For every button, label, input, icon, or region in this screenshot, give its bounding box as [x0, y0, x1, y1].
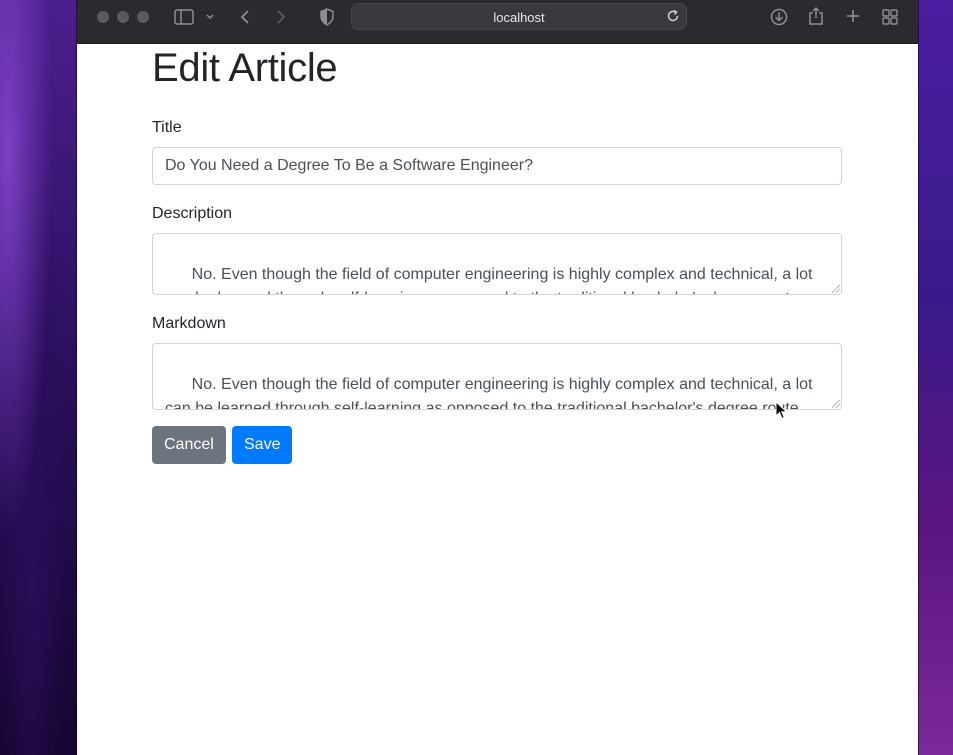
- resize-handle[interactable]: [832, 400, 840, 408]
- sidebar-icon[interactable]: [174, 9, 194, 25]
- title-input[interactable]: Do You Need a Degree To Be a Software En…: [152, 147, 842, 185]
- close-window-button[interactable]: [97, 11, 109, 23]
- reload-icon[interactable]: [666, 9, 680, 23]
- tab-overview-icon[interactable]: [882, 9, 898, 25]
- desktop-wallpaper-right: [917, 0, 953, 755]
- title-label: Title: [152, 119, 182, 136]
- shield-icon[interactable]: [320, 8, 334, 26]
- address-text: localhost: [493, 10, 545, 25]
- zoom-window-button[interactable]: [137, 11, 149, 23]
- desktop-wallpaper-left: [0, 0, 78, 755]
- page-title: Edit Article: [152, 46, 338, 90]
- markdown-label: Markdown: [152, 315, 226, 332]
- address-bar[interactable]: localhost: [351, 3, 687, 30]
- browser-window: localhost Edit Article Title Do You Need…: [77, 0, 918, 755]
- markdown-text: No. Even though the field of computer en…: [165, 376, 813, 410]
- save-button[interactable]: Save: [232, 426, 293, 464]
- resize-handle[interactable]: [832, 285, 840, 293]
- back-icon[interactable]: [239, 9, 251, 25]
- browser-toolbar: localhost: [77, 0, 918, 44]
- description-text: No. Even though the field of computer en…: [165, 266, 813, 294]
- new-tab-icon[interactable]: [846, 9, 860, 23]
- mouse-pointer-icon: [775, 400, 789, 426]
- minimize-window-button[interactable]: [117, 11, 129, 23]
- download-icon[interactable]: [770, 8, 788, 26]
- share-icon[interactable]: [808, 6, 824, 26]
- cancel-button[interactable]: Cancel: [152, 426, 226, 464]
- description-label: Description: [152, 205, 233, 222]
- chevron-down-icon[interactable]: [205, 12, 215, 22]
- description-textarea[interactable]: No. Even though the field of computer en…: [152, 233, 842, 295]
- markdown-textarea[interactable]: No. Even though the field of computer en…: [152, 343, 842, 410]
- forward-icon[interactable]: [275, 9, 287, 25]
